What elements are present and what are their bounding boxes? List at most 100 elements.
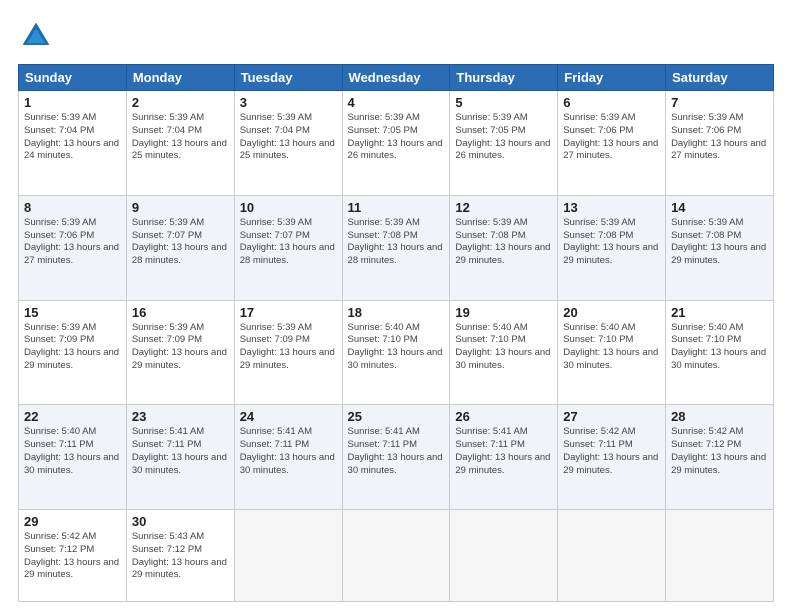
calendar-week-3: 15 Sunrise: 5:39 AM Sunset: 7:09 PM Dayl… — [19, 300, 774, 405]
day-number: 7 — [671, 95, 768, 110]
day-number: 11 — [348, 200, 445, 215]
day-info: Sunrise: 5:42 AM Sunset: 7:12 PM Dayligh… — [671, 426, 768, 477]
day-info: Sunrise: 5:39 AM Sunset: 7:06 PM Dayligh… — [563, 112, 660, 163]
day-info: Sunrise: 5:39 AM Sunset: 7:05 PM Dayligh… — [455, 112, 552, 163]
calendar-cell: 21 Sunrise: 5:40 AM Sunset: 7:10 PM Dayl… — [666, 300, 774, 405]
calendar-cell: 28 Sunrise: 5:42 AM Sunset: 7:12 PM Dayl… — [666, 405, 774, 510]
day-number: 24 — [240, 409, 337, 424]
calendar-header-thursday: Thursday — [450, 65, 558, 91]
day-info: Sunrise: 5:41 AM Sunset: 7:11 PM Dayligh… — [240, 426, 337, 477]
calendar-cell: 23 Sunrise: 5:41 AM Sunset: 7:11 PM Dayl… — [126, 405, 234, 510]
day-info: Sunrise: 5:40 AM Sunset: 7:10 PM Dayligh… — [348, 322, 445, 373]
day-info: Sunrise: 5:39 AM Sunset: 7:08 PM Dayligh… — [563, 217, 660, 268]
day-info: Sunrise: 5:39 AM Sunset: 7:08 PM Dayligh… — [671, 217, 768, 268]
day-number: 19 — [455, 305, 552, 320]
calendar-week-5: 29 Sunrise: 5:42 AM Sunset: 7:12 PM Dayl… — [19, 510, 774, 602]
day-info: Sunrise: 5:39 AM Sunset: 7:07 PM Dayligh… — [132, 217, 229, 268]
day-number: 16 — [132, 305, 229, 320]
calendar-table: SundayMondayTuesdayWednesdayThursdayFrid… — [18, 64, 774, 602]
calendar-cell: 12 Sunrise: 5:39 AM Sunset: 7:08 PM Dayl… — [450, 195, 558, 300]
day-info: Sunrise: 5:39 AM Sunset: 7:08 PM Dayligh… — [348, 217, 445, 268]
calendar-header-row: SundayMondayTuesdayWednesdayThursdayFrid… — [19, 65, 774, 91]
day-info: Sunrise: 5:39 AM Sunset: 7:05 PM Dayligh… — [348, 112, 445, 163]
calendar-header-friday: Friday — [558, 65, 666, 91]
calendar-cell — [666, 510, 774, 602]
day-number: 9 — [132, 200, 229, 215]
calendar-cell: 1 Sunrise: 5:39 AM Sunset: 7:04 PM Dayli… — [19, 91, 127, 196]
day-number: 5 — [455, 95, 552, 110]
day-number: 18 — [348, 305, 445, 320]
logo — [18, 18, 58, 54]
calendar-header-wednesday: Wednesday — [342, 65, 450, 91]
calendar-week-4: 22 Sunrise: 5:40 AM Sunset: 7:11 PM Dayl… — [19, 405, 774, 510]
day-info: Sunrise: 5:40 AM Sunset: 7:11 PM Dayligh… — [24, 426, 121, 477]
day-info: Sunrise: 5:39 AM Sunset: 7:08 PM Dayligh… — [455, 217, 552, 268]
day-number: 25 — [348, 409, 445, 424]
calendar-header-saturday: Saturday — [666, 65, 774, 91]
calendar-cell — [342, 510, 450, 602]
calendar-cell: 15 Sunrise: 5:39 AM Sunset: 7:09 PM Dayl… — [19, 300, 127, 405]
calendar-header-sunday: Sunday — [19, 65, 127, 91]
day-info: Sunrise: 5:40 AM Sunset: 7:10 PM Dayligh… — [671, 322, 768, 373]
day-info: Sunrise: 5:39 AM Sunset: 7:09 PM Dayligh… — [240, 322, 337, 373]
calendar-cell: 14 Sunrise: 5:39 AM Sunset: 7:08 PM Dayl… — [666, 195, 774, 300]
calendar-cell: 13 Sunrise: 5:39 AM Sunset: 7:08 PM Dayl… — [558, 195, 666, 300]
day-number: 1 — [24, 95, 121, 110]
calendar-cell: 27 Sunrise: 5:42 AM Sunset: 7:11 PM Dayl… — [558, 405, 666, 510]
calendar-cell: 18 Sunrise: 5:40 AM Sunset: 7:10 PM Dayl… — [342, 300, 450, 405]
day-number: 14 — [671, 200, 768, 215]
day-info: Sunrise: 5:39 AM Sunset: 7:06 PM Dayligh… — [24, 217, 121, 268]
calendar-cell: 19 Sunrise: 5:40 AM Sunset: 7:10 PM Dayl… — [450, 300, 558, 405]
day-info: Sunrise: 5:39 AM Sunset: 7:06 PM Dayligh… — [671, 112, 768, 163]
day-number: 27 — [563, 409, 660, 424]
day-info: Sunrise: 5:40 AM Sunset: 7:10 PM Dayligh… — [563, 322, 660, 373]
day-number: 8 — [24, 200, 121, 215]
calendar-cell: 11 Sunrise: 5:39 AM Sunset: 7:08 PM Dayl… — [342, 195, 450, 300]
calendar-cell: 26 Sunrise: 5:41 AM Sunset: 7:11 PM Dayl… — [450, 405, 558, 510]
calendar-cell: 4 Sunrise: 5:39 AM Sunset: 7:05 PM Dayli… — [342, 91, 450, 196]
day-number: 20 — [563, 305, 660, 320]
calendar-cell: 24 Sunrise: 5:41 AM Sunset: 7:11 PM Dayl… — [234, 405, 342, 510]
day-number: 15 — [24, 305, 121, 320]
calendar-header-monday: Monday — [126, 65, 234, 91]
day-number: 13 — [563, 200, 660, 215]
calendar-cell: 22 Sunrise: 5:40 AM Sunset: 7:11 PM Dayl… — [19, 405, 127, 510]
day-number: 21 — [671, 305, 768, 320]
day-info: Sunrise: 5:43 AM Sunset: 7:12 PM Dayligh… — [132, 531, 229, 582]
day-number: 3 — [240, 95, 337, 110]
calendar-cell: 20 Sunrise: 5:40 AM Sunset: 7:10 PM Dayl… — [558, 300, 666, 405]
day-info: Sunrise: 5:39 AM Sunset: 7:04 PM Dayligh… — [240, 112, 337, 163]
calendar-cell: 8 Sunrise: 5:39 AM Sunset: 7:06 PM Dayli… — [19, 195, 127, 300]
calendar-cell: 6 Sunrise: 5:39 AM Sunset: 7:06 PM Dayli… — [558, 91, 666, 196]
day-info: Sunrise: 5:40 AM Sunset: 7:10 PM Dayligh… — [455, 322, 552, 373]
day-number: 2 — [132, 95, 229, 110]
day-info: Sunrise: 5:39 AM Sunset: 7:07 PM Dayligh… — [240, 217, 337, 268]
day-info: Sunrise: 5:39 AM Sunset: 7:04 PM Dayligh… — [132, 112, 229, 163]
calendar-cell: 30 Sunrise: 5:43 AM Sunset: 7:12 PM Dayl… — [126, 510, 234, 602]
day-number: 29 — [24, 514, 121, 529]
calendar-cell: 5 Sunrise: 5:39 AM Sunset: 7:05 PM Dayli… — [450, 91, 558, 196]
logo-icon — [18, 18, 54, 54]
day-number: 22 — [24, 409, 121, 424]
calendar-cell — [234, 510, 342, 602]
day-number: 23 — [132, 409, 229, 424]
day-info: Sunrise: 5:41 AM Sunset: 7:11 PM Dayligh… — [132, 426, 229, 477]
day-number: 30 — [132, 514, 229, 529]
calendar-cell: 10 Sunrise: 5:39 AM Sunset: 7:07 PM Dayl… — [234, 195, 342, 300]
day-number: 17 — [240, 305, 337, 320]
day-number: 26 — [455, 409, 552, 424]
calendar-cell: 25 Sunrise: 5:41 AM Sunset: 7:11 PM Dayl… — [342, 405, 450, 510]
day-info: Sunrise: 5:39 AM Sunset: 7:09 PM Dayligh… — [132, 322, 229, 373]
calendar-week-1: 1 Sunrise: 5:39 AM Sunset: 7:04 PM Dayli… — [19, 91, 774, 196]
day-number: 12 — [455, 200, 552, 215]
day-info: Sunrise: 5:39 AM Sunset: 7:09 PM Dayligh… — [24, 322, 121, 373]
calendar-cell: 29 Sunrise: 5:42 AM Sunset: 7:12 PM Dayl… — [19, 510, 127, 602]
day-info: Sunrise: 5:41 AM Sunset: 7:11 PM Dayligh… — [455, 426, 552, 477]
calendar-cell — [558, 510, 666, 602]
calendar-cell: 17 Sunrise: 5:39 AM Sunset: 7:09 PM Dayl… — [234, 300, 342, 405]
day-number: 4 — [348, 95, 445, 110]
calendar-cell: 2 Sunrise: 5:39 AM Sunset: 7:04 PM Dayli… — [126, 91, 234, 196]
calendar-cell: 9 Sunrise: 5:39 AM Sunset: 7:07 PM Dayli… — [126, 195, 234, 300]
day-info: Sunrise: 5:42 AM Sunset: 7:12 PM Dayligh… — [24, 531, 121, 582]
day-info: Sunrise: 5:42 AM Sunset: 7:11 PM Dayligh… — [563, 426, 660, 477]
